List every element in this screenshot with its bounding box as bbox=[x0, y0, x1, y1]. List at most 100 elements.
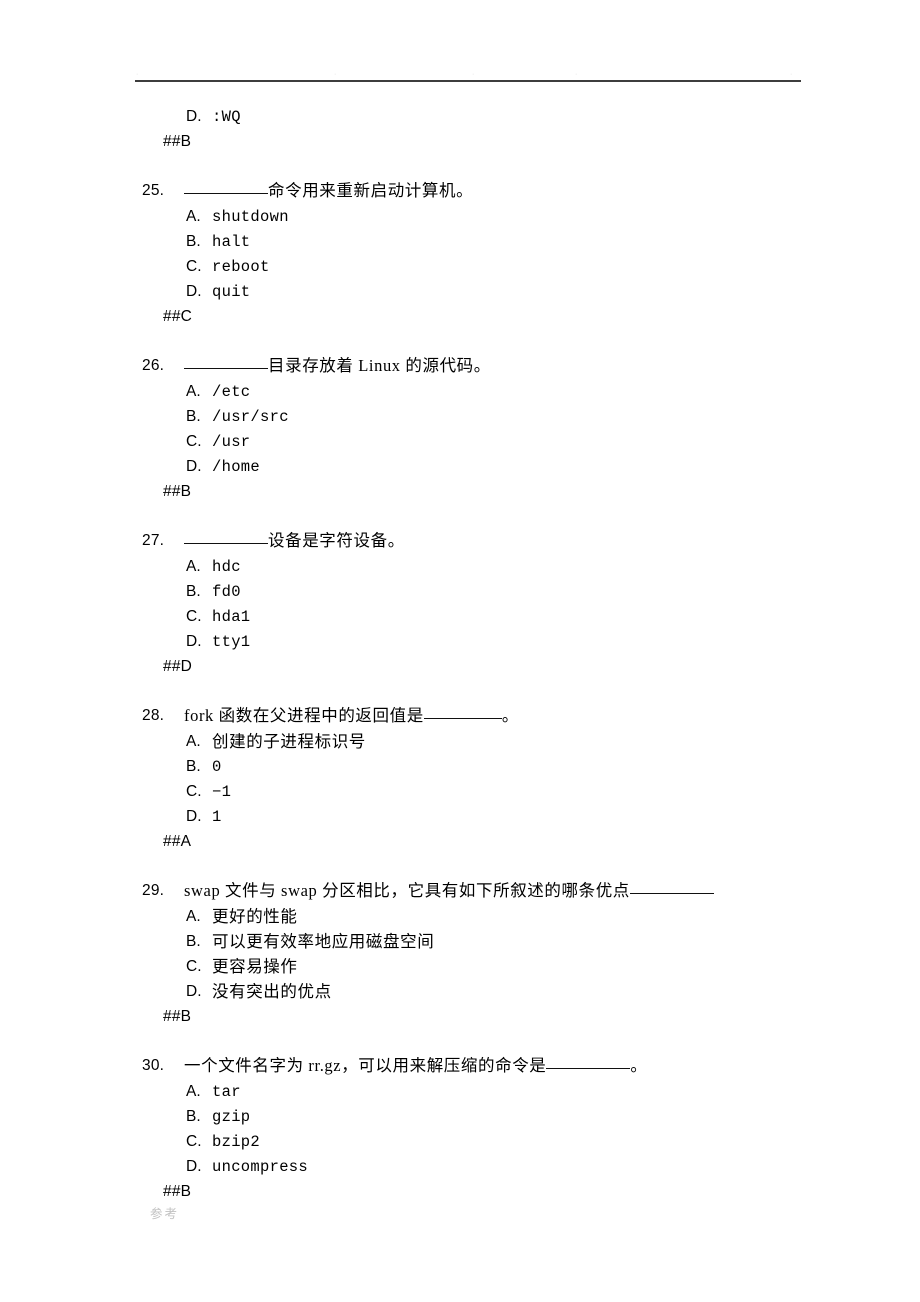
question-stem: 25. 命令用来重新启动计算机。 bbox=[0, 178, 920, 204]
option-row: A. /etc bbox=[0, 379, 920, 404]
option-letter: C. bbox=[186, 258, 202, 275]
question-stem: 30. 一个文件名字为 rr.gz，可以用来解压缩的命令是 。 bbox=[0, 1053, 920, 1079]
question-stem: 29. swap 文件与 swap 分区相比，它具有如下所叙述的哪条优点 bbox=[0, 878, 920, 904]
header-divider bbox=[135, 80, 801, 82]
question-block: 30. 一个文件名字为 rr.gz，可以用来解压缩的命令是 。 A. tar B.… bbox=[0, 1053, 920, 1205]
header-artifact-mark: · bbox=[790, 71, 794, 78]
option-row: C. 更容易操作 bbox=[0, 954, 920, 979]
answer-key: ##D bbox=[163, 658, 193, 675]
option-letter: C. bbox=[186, 608, 202, 625]
option-text: 0 bbox=[212, 758, 222, 776]
option-row: D. tty1 bbox=[0, 629, 920, 654]
option-text: 更好的性能 bbox=[212, 907, 298, 926]
answer-key: ##B bbox=[163, 1183, 192, 1200]
question-stem: 27. 设备是字符设备。 bbox=[0, 528, 920, 554]
option-row: C. −1 bbox=[0, 779, 920, 804]
option-row: D. quit bbox=[0, 279, 920, 304]
question-number: 28. bbox=[142, 707, 165, 724]
option-text: 可以更有效率地应用磁盘空间 bbox=[212, 932, 435, 951]
option-row: D. uncompress bbox=[0, 1154, 920, 1179]
question-block: 27. 设备是字符设备。 A. hdc B. fd0 C. hda1 D. tt… bbox=[0, 528, 920, 680]
question-number: 29. bbox=[142, 882, 165, 899]
option-letter: C. bbox=[186, 783, 202, 800]
option-text: shutdown bbox=[212, 208, 289, 226]
option-text: gzip bbox=[212, 1108, 251, 1126]
option-letter: B. bbox=[186, 933, 201, 950]
page-header: · · · · · bbox=[135, 52, 801, 84]
option-letter: B. bbox=[186, 408, 201, 425]
option-text: 创建的子进程标识号 bbox=[212, 732, 366, 751]
question-block: 28. fork 函数在父进程中的返回值是 。 A. 创建的子进程标识号 B. 0… bbox=[0, 703, 920, 855]
option-letter: D. bbox=[186, 1158, 202, 1175]
answer-key: ##B bbox=[163, 483, 192, 500]
option-text: 没有突出的优点 bbox=[212, 982, 332, 1001]
question-number: 26. bbox=[142, 357, 165, 374]
question-stem-head: 一个文件名字为 rr.gz，可以用来解压缩的命令是 bbox=[184, 1056, 547, 1075]
option-letter: A. bbox=[186, 908, 201, 925]
option-row: B. 可以更有效率地应用磁盘空间 bbox=[0, 929, 920, 954]
question-list: D. :WQ ##B 25. 命令用来重新启动计算机。 A. shutdown … bbox=[0, 104, 920, 1205]
question-stem-text: 一个文件名字为 rr.gz，可以用来解压缩的命令是 。 bbox=[184, 1053, 648, 1079]
option-letter: B. bbox=[186, 233, 201, 250]
option-row: A. shutdown bbox=[0, 204, 920, 229]
question-block: 29. swap 文件与 swap 分区相比，它具有如下所叙述的哪条优点 A. … bbox=[0, 878, 920, 1030]
option-row: A. 更好的性能 bbox=[0, 904, 920, 929]
option-row: C. bzip2 bbox=[0, 1129, 920, 1154]
carryover-block: D. :WQ ##B bbox=[0, 104, 920, 155]
question-stem-tail: 。 bbox=[501, 706, 519, 725]
option-letter: A. bbox=[186, 208, 201, 225]
option-row: C. /usr bbox=[0, 429, 920, 454]
option-text: bzip2 bbox=[212, 1133, 261, 1151]
option-letter: A. bbox=[186, 1083, 201, 1100]
option-row: D. 1 bbox=[0, 804, 920, 829]
question-block: 26. 目录存放着 Linux 的源代码。 A. /etc B. /usr/sr… bbox=[0, 353, 920, 505]
question-stem-tail: 设备是字符设备。 bbox=[268, 531, 405, 550]
option-text: :WQ bbox=[212, 108, 241, 126]
option-text: uncompress bbox=[212, 1158, 309, 1176]
option-letter: D. bbox=[186, 108, 202, 125]
option-row: B. 0 bbox=[0, 754, 920, 779]
answer-blank bbox=[184, 179, 268, 194]
option-letter: C. bbox=[186, 1133, 202, 1150]
option-letter: A. bbox=[186, 558, 201, 575]
answer-blank bbox=[546, 1054, 631, 1069]
question-block: 25. 命令用来重新启动计算机。 A. shutdown B. halt C. … bbox=[0, 178, 920, 330]
option-row: D. :WQ bbox=[0, 104, 920, 129]
option-text: −1 bbox=[212, 783, 232, 801]
header-artifact-mark: · bbox=[334, 71, 338, 78]
option-text: halt bbox=[212, 233, 251, 251]
option-row: B. fd0 bbox=[0, 579, 920, 604]
option-row: A. hdc bbox=[0, 554, 920, 579]
option-letter: B. bbox=[186, 758, 201, 775]
option-letter: D. bbox=[186, 633, 202, 650]
document-page: · · · · · D. :WQ ##B 25. 命令用来重新启动计算机。 A. bbox=[0, 0, 920, 1302]
question-number: 25. bbox=[142, 182, 165, 199]
question-stem-head: swap 文件与 swap 分区相比，它具有如下所叙述的哪条优点 bbox=[184, 881, 630, 900]
option-row: D. 没有突出的优点 bbox=[0, 979, 920, 1004]
option-letter: D. bbox=[186, 808, 202, 825]
answer-key: ##A bbox=[163, 833, 192, 850]
question-number: 30. bbox=[142, 1057, 165, 1074]
option-letter: D. bbox=[186, 458, 202, 475]
option-text: tar bbox=[212, 1083, 241, 1101]
option-text: /etc bbox=[212, 383, 251, 401]
option-text: quit bbox=[212, 283, 251, 301]
option-text: /home bbox=[212, 458, 261, 476]
answer-key: ##B bbox=[163, 1008, 192, 1025]
option-letter: A. bbox=[186, 733, 201, 750]
option-letter: D. bbox=[186, 283, 202, 300]
option-row: B. /usr/src bbox=[0, 404, 920, 429]
option-row: C. reboot bbox=[0, 254, 920, 279]
question-stem: 28. fork 函数在父进程中的返回值是 。 bbox=[0, 703, 920, 729]
question-stem-text: swap 文件与 swap 分区相比，它具有如下所叙述的哪条优点 bbox=[184, 878, 714, 904]
question-stem-text: 命令用来重新启动计算机。 bbox=[184, 178, 473, 204]
option-letter: B. bbox=[186, 583, 201, 600]
option-letter: C. bbox=[186, 958, 202, 975]
question-stem-text: fork 函数在父进程中的返回值是 。 bbox=[184, 703, 519, 729]
option-text: 1 bbox=[212, 808, 222, 826]
question-stem-tail: 。 bbox=[630, 1056, 648, 1075]
